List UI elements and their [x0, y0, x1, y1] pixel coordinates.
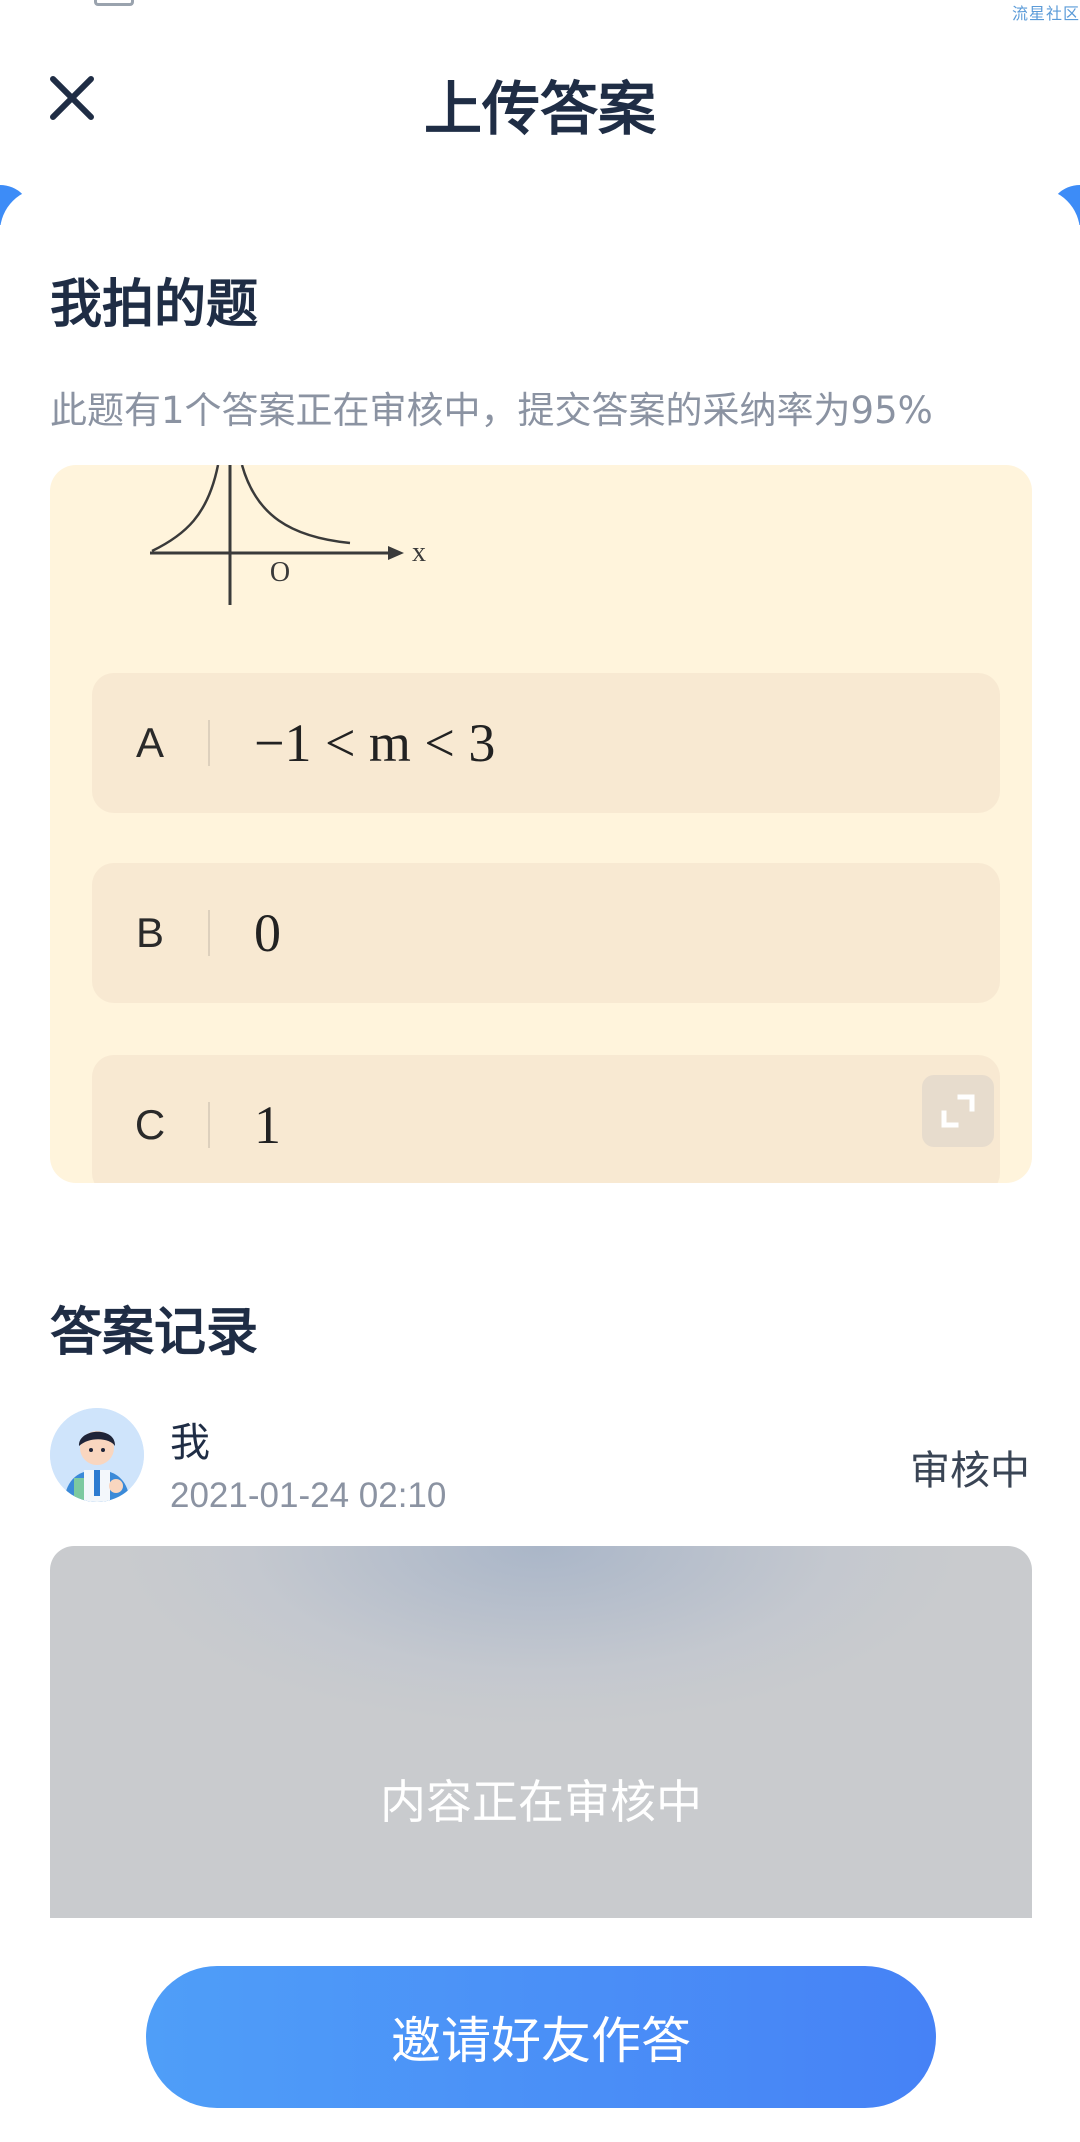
option-letter: C	[134, 1101, 166, 1148]
expand-button[interactable]	[922, 1075, 994, 1147]
option-content: 0	[254, 903, 281, 963]
record-timestamp: 2021-01-24 02:10	[170, 1476, 447, 1515]
option-letter: A	[135, 719, 164, 766]
invite-friends-button[interactable]: 邀请好友作答	[146, 1966, 936, 2108]
watermark: 流星社区	[1011, 4, 1080, 23]
option-b[interactable]: B 0	[92, 863, 1000, 1003]
status-bar-icon	[94, 0, 134, 6]
avatar[interactable]	[50, 1408, 144, 1502]
function-graph: O x	[150, 465, 426, 605]
page-title: 上传答案	[423, 75, 656, 143]
option-content: −1 < m < 3	[254, 713, 496, 773]
option-a[interactable]: A −1 < m < 3	[92, 673, 1000, 813]
review-placeholder: 内容正在审核中	[380, 1775, 702, 1829]
graph-origin-label: O	[270, 557, 290, 588]
record-author: 我	[170, 1420, 210, 1466]
answer-section-title: 答案记录	[50, 1303, 259, 1363]
screen: 流星社区 上传答案 我拍的题 此题有1个答案正在审核中，提交答案的采纳率为95%…	[0, 0, 1080, 2142]
graph-x-label: x	[412, 537, 426, 568]
option-c[interactable]: C 1	[92, 1055, 1000, 1183]
avatar-illustration	[50, 1408, 144, 1502]
option-content: 1	[254, 1095, 281, 1155]
expand-icon	[941, 1094, 975, 1128]
option-letter: B	[135, 909, 164, 956]
question-preview[interactable]: O x A −1 < m < 3 B 0 C 1	[50, 465, 1032, 1183]
bottom-bar: 邀请好友作答	[0, 1918, 1080, 2142]
record-status: 审核中	[910, 1448, 1030, 1494]
question-section-title: 我拍的题	[50, 275, 259, 335]
question-notice: 此题有1个答案正在审核中，提交答案的采纳率为95%	[50, 389, 933, 432]
